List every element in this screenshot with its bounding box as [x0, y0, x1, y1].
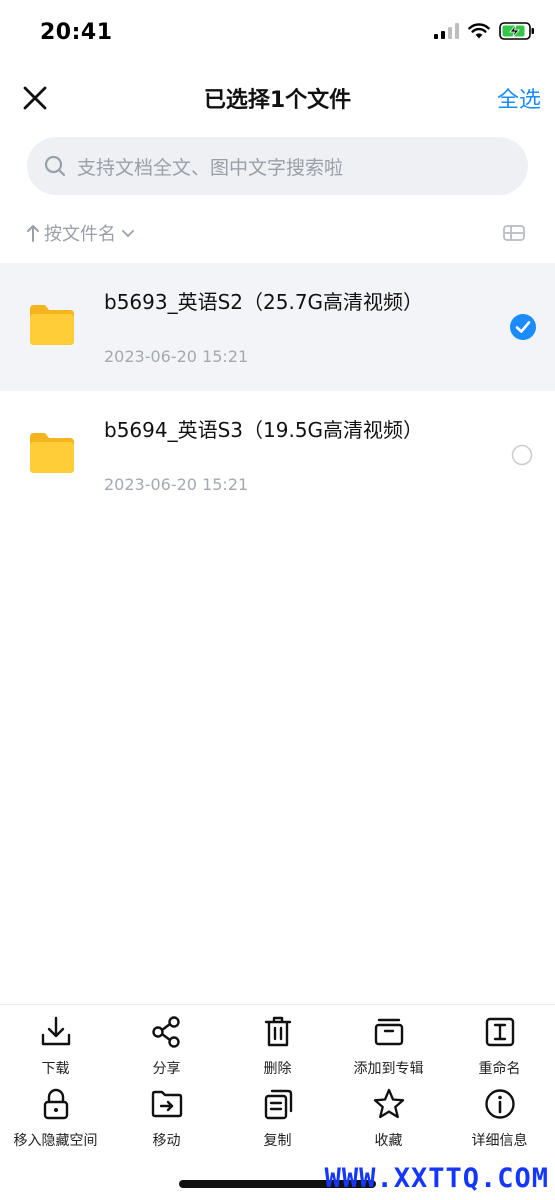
copy-icon [264, 1089, 292, 1120]
move-button[interactable]: 移动 [111, 1086, 222, 1150]
file-name: b5693_英语S2（25.7G高清视频） [104, 290, 424, 314]
download-icon [41, 1016, 70, 1046]
wifi-icon [468, 23, 490, 39]
share-button[interactable]: 分享 [111, 1014, 222, 1078]
sort-label: 按文件名 [44, 224, 116, 245]
delete-button[interactable]: 删除 [222, 1014, 333, 1078]
file-date: 2023-06-20 15:21 [104, 475, 249, 494]
view-toggle-button[interactable] [502, 223, 526, 247]
download-label: 下载 [41, 1061, 70, 1077]
file-item[interactable]: b5694_英语S3（19.5G高清视频） 2023-06-20 15:21 [0, 391, 555, 519]
album-icon [374, 1018, 403, 1046]
page-title: 已选择1个文件 [203, 88, 352, 113]
lock-icon [43, 1088, 68, 1120]
delete-label: 删除 [263, 1061, 292, 1077]
chevron-down-icon [122, 230, 134, 237]
move-icon [151, 1090, 182, 1118]
folder-icon [30, 305, 74, 345]
add-to-album-label: 添加到专辑 [353, 1061, 424, 1077]
rename-icon [485, 1017, 514, 1047]
favorite-button[interactable]: 收藏 [333, 1086, 444, 1150]
checked-checkbox-icon[interactable] [509, 313, 537, 341]
rename-button[interactable]: 重命名 [444, 1014, 555, 1078]
battery-charging-icon [499, 22, 534, 40]
file-date: 2023-06-20 15:21 [104, 347, 249, 366]
file-name: b5694_英语S3（19.5G高清视频） [104, 418, 424, 442]
watermark: WWW.XXTTQ.COM [324, 1163, 549, 1194]
star-icon [373, 1088, 404, 1119]
status-bar: 20:41 [0, 0, 555, 66]
select-all-button[interactable]: 全选 [497, 82, 541, 114]
cellular-signal-icon [434, 23, 459, 39]
header: 已选择1个文件 全选 [0, 66, 555, 130]
details-button[interactable]: 详细信息 [444, 1086, 555, 1150]
status-icons [434, 22, 535, 40]
search-icon [44, 155, 66, 177]
info-icon [484, 1089, 515, 1119]
sort-row: 按文件名 [26, 220, 530, 250]
file-item[interactable]: b5693_英语S2（25.7G高清视频） 2023-06-20 15:21 [0, 263, 555, 391]
list-view-icon [503, 225, 525, 241]
download-button[interactable]: 下载 [0, 1014, 111, 1078]
move-to-hidden-space-button[interactable]: 移入隐藏空间 [0, 1086, 111, 1150]
move-to-hidden-space-label: 移入隐藏空间 [13, 1133, 98, 1149]
share-label: 分享 [152, 1061, 181, 1077]
search-placeholder: 支持文档全文、图中文字搜索啦 [77, 156, 344, 179]
favorite-label: 收藏 [374, 1133, 403, 1149]
copy-button[interactable]: 复制 [222, 1086, 333, 1150]
sort-arrow-up-icon [27, 225, 39, 242]
unchecked-checkbox-icon[interactable] [511, 444, 533, 466]
rename-label: 重命名 [478, 1061, 521, 1077]
search-input[interactable]: 支持文档全文、图中文字搜索啦 [27, 137, 528, 195]
trash-icon [264, 1016, 291, 1047]
add-to-album-button[interactable]: 添加到专辑 [333, 1014, 444, 1078]
copy-label: 复制 [263, 1133, 292, 1149]
share-icon [151, 1016, 180, 1048]
folder-icon [30, 433, 74, 473]
status-time: 20:41 [40, 20, 113, 45]
sort-button[interactable]: 按文件名 [26, 220, 530, 246]
move-label: 移动 [152, 1133, 181, 1149]
details-label: 详细信息 [471, 1133, 528, 1149]
